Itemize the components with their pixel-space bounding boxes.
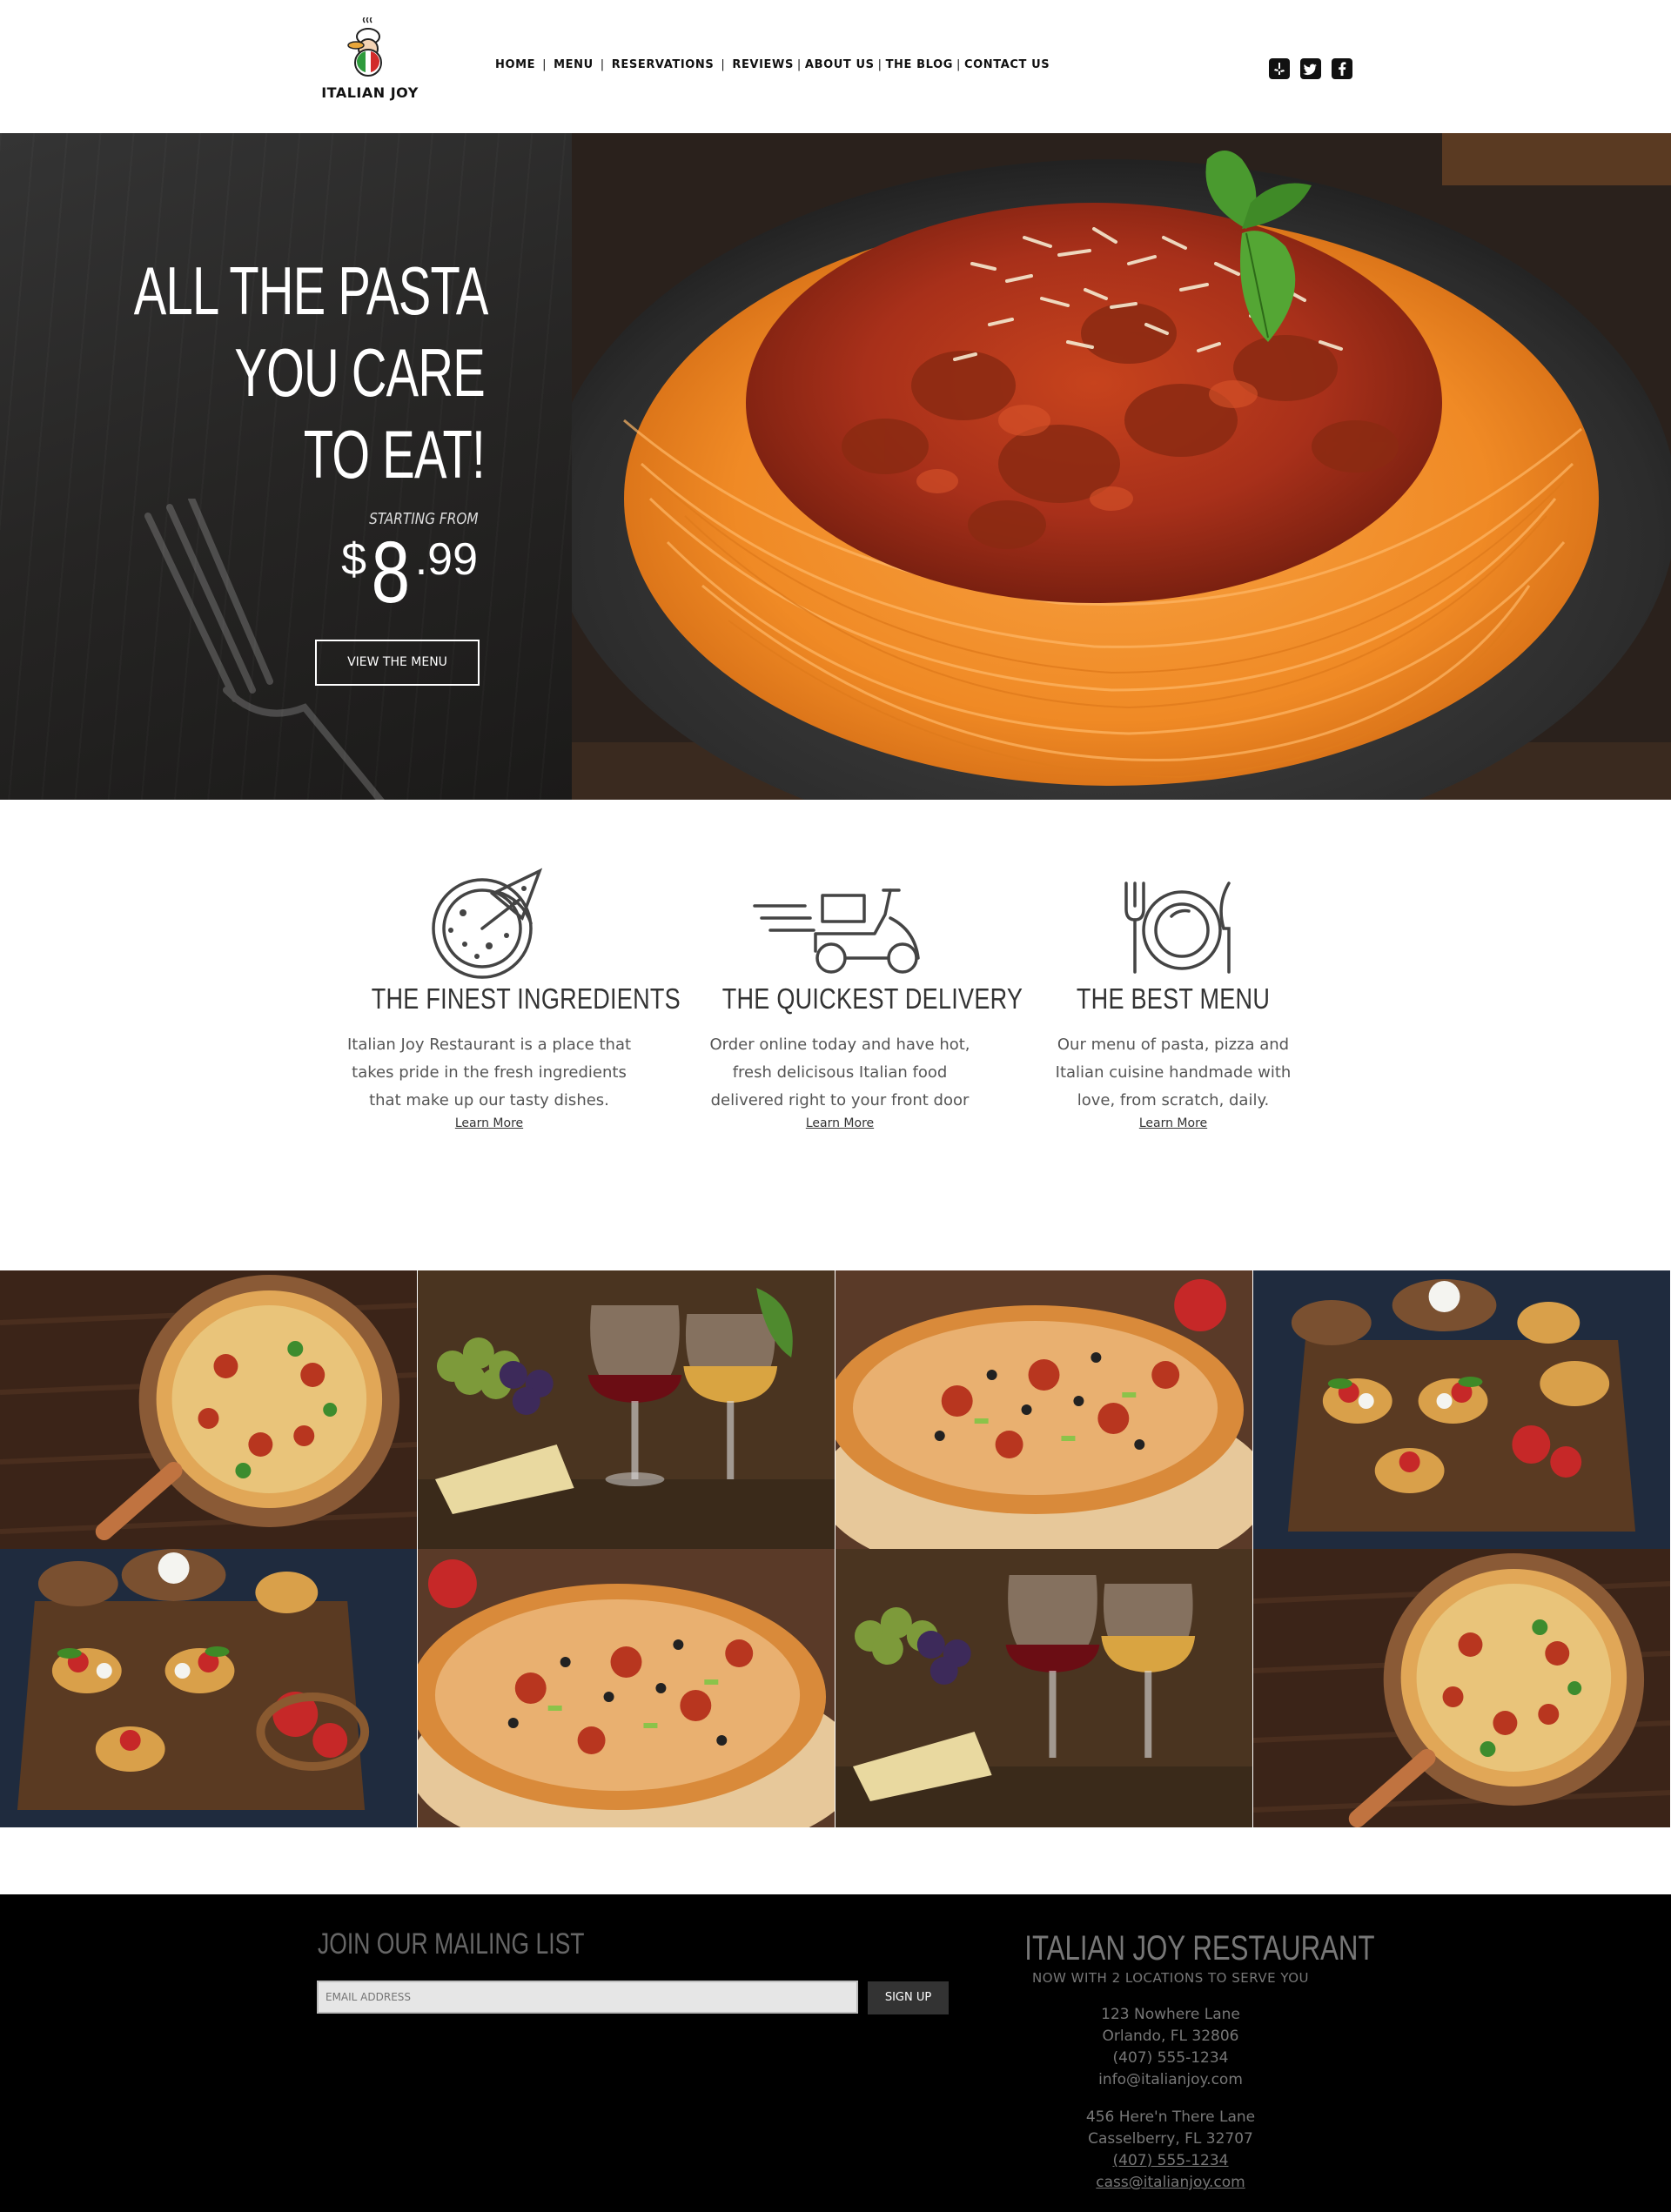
feature-title: THE FINEST INGREDIENTS [371,982,681,1015]
restaurant-info: ITALIAN JOY RESTAURANT NOW WITH 2 LOCATI… [983,1929,1375,2194]
address-city: Casselberry, FL 32707 [1088,2130,1253,2148]
restaurant-tagline: NOW WITH 2 LOCATIONS TO SERVE YOU [1032,1970,1309,1986]
nav-separator: | [600,58,605,71]
nav-reviews[interactable]: REVIEWS [732,58,794,71]
feature-menu: THE BEST MENU Our menu of pasta, pizza a… [1030,861,1317,1131]
yelp-icon[interactable] [1269,58,1290,79]
feature-line: that make up our tasty dishes. [369,1091,609,1109]
sign-up-button[interactable]: SIGN UP [868,1981,949,2014]
bruschetta-photo [1253,1270,1670,1549]
hero-title: ALL THE PASTA YOU CARE TO EAT! [133,250,489,495]
email-link[interactable]: cass@italianjoy.com [983,2172,1358,2194]
feature-ingredients: THE FINEST INGREDIENTS Italian Joy Resta… [346,861,681,1131]
price-cents: .99 [414,534,478,585]
facebook-icon[interactable] [1332,58,1352,79]
feature-description: Italian Joy Restaurant is a place that t… [346,1031,633,1115]
gallery-tile-pizza[interactable] [836,1270,1253,1549]
feature-line: Order online today and have hot, [709,1036,970,1054]
spaghetti-illustration [572,133,1671,800]
feature-line: takes pride in the fresh ingredients [352,1063,627,1082]
gallery-tile-bruschetta[interactable] [0,1549,418,1827]
hero-text-panel: ALL THE PASTA YOU CARE TO EAT! STARTING … [0,133,572,800]
main-nav: HOME | MENU | RESERVATIONS | REVIEWS | ABOUT US |… [495,57,1050,71]
nav-home[interactable]: HOME [495,58,535,71]
pizza-closeup-photo [418,1549,835,1827]
learn-more-link[interactable]: Learn More [455,1116,523,1130]
features-section: THE FINEST INGREDIENTS Italian Joy Resta… [0,800,1671,1270]
delivery-scooter-icon [753,888,920,974]
site-logo[interactable]: ITALIAN JOY [313,17,426,104]
nav-menu[interactable]: MENU [554,58,594,71]
site-footer: JOIN OUR MAILING LIST SIGN UP ITALIAN JO… [0,1894,1671,2212]
gallery-tile-bruschetta[interactable] [1253,1270,1671,1549]
hero-title-line: YOU CARE [234,334,485,411]
logo-text: ITALIAN JOY [321,84,419,101]
nav-separator: | [877,58,882,71]
hero-title-line: ALL THE PASTA [133,252,489,329]
view-menu-button[interactable]: VIEW THE MENU [315,640,480,686]
address-street: 456 Here'n There Lane [1085,2108,1256,2126]
email-link[interactable]: info@italianjoy.com [983,2069,1358,2091]
food-gallery [0,1270,1671,1827]
feature-description: Our menu of pasta, pizza and Italian cui… [1030,1031,1317,1115]
price-whole: 8 [371,524,411,621]
feature-delivery: THE QUICKEST DELIVERY Order online today… [696,861,1023,1131]
feature-line: love, from scratch, daily. [1077,1091,1270,1109]
pizza-icon [432,868,543,979]
email-field[interactable] [317,1981,858,2014]
hero-banner: ALL THE PASTA YOU CARE TO EAT! STARTING … [0,133,1671,800]
price-currency: $ [341,534,367,585]
learn-more-link[interactable]: Learn More [806,1116,874,1130]
phone-link[interactable]: (407) 555-1234 [983,2048,1358,2069]
nav-about-us[interactable]: ABOUT US [805,58,875,71]
nav-separator: | [721,58,726,71]
feature-title: THE QUICKEST DELIVERY [721,982,1023,1015]
restaurant-name: ITALIAN JOY RESTAURANT [1024,1929,1375,1967]
nav-the-blog[interactable]: THE BLOG [886,58,953,71]
address-city: Orlando, FL 32806 [1102,2028,1239,2045]
social-links [1269,58,1352,79]
twitter-icon[interactable] [1300,58,1321,79]
hero-price: $8.99 [341,523,478,623]
learn-more-link[interactable]: Learn More [1139,1116,1207,1130]
hero-pasta-photo [572,133,1671,800]
nav-contact-us[interactable]: CONTACT US [964,58,1050,71]
feature-line: Our menu of pasta, pizza and [1057,1036,1290,1054]
bruschetta-photo [0,1549,417,1827]
nav-separator: | [956,58,961,71]
gallery-tile-wine[interactable] [836,1549,1253,1827]
feature-line: Italian cuisine handmade with [1055,1063,1292,1082]
feature-line: fresh delicisous Italian food [732,1063,948,1082]
location-2: 456 Here'n There Lane Casselberry, FL 32… [983,2107,1358,2194]
feature-description: Order online today and have hot, fresh d… [696,1031,983,1115]
nav-separator: | [796,58,802,71]
pizza-board-photo [1253,1549,1670,1827]
phone-link[interactable]: (407) 555-1234 [983,2150,1358,2172]
gallery-tile-wine[interactable] [418,1270,836,1549]
site-header: ITALIAN JOY HOME | MENU | RESERVATIONS | REVIE… [0,0,1671,133]
feature-line: Italian Joy Restaurant is a place that [346,1036,632,1054]
nav-separator: | [542,58,547,71]
plate-cutlery-icon [1124,881,1231,974]
chef-logo-icon [347,17,382,77]
wine-glasses-photo [836,1549,1252,1827]
gallery-tile-pizza-board[interactable] [1253,1549,1671,1827]
feature-line: delivered right to your front door [710,1091,970,1109]
gallery-tile-pizza[interactable] [418,1549,836,1827]
gallery-tile-pizza-board[interactable] [0,1270,418,1549]
feature-title: THE BEST MENU [1076,982,1271,1015]
pizza-closeup-photo [836,1270,1252,1549]
address-street: 123 Nowhere Lane [1101,2006,1240,2023]
location-1: 123 Nowhere Lane Orlando, FL 32806 (407)… [983,2004,1358,2091]
pizza-board-photo [0,1270,417,1549]
mailing-list-title: JOIN OUR MAILING LIST [318,1927,585,1961]
hero-title-line: TO EAT! [303,416,486,493]
wine-glasses-photo [418,1270,835,1549]
nav-reservations[interactable]: RESERVATIONS [612,58,715,71]
